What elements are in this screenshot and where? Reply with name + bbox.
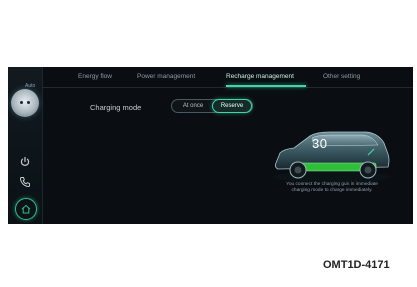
active-tab-indicator bbox=[226, 85, 306, 87]
avatar-eye-left bbox=[20, 101, 23, 104]
tab-other-setting[interactable]: Other setting bbox=[323, 73, 360, 80]
home-button[interactable] bbox=[15, 198, 37, 220]
infotainment-screen: Auto Energy flow Power management Rechar… bbox=[8, 67, 413, 224]
tab-energy-flow[interactable]: Energy flow bbox=[78, 73, 112, 80]
tab-bar: Energy flow Power management Recharge ma… bbox=[42, 67, 413, 88]
avatar-eye-right bbox=[27, 101, 30, 104]
vehicle-illustration bbox=[270, 127, 394, 185]
figure-code: OMT1D-4171 bbox=[323, 259, 390, 271]
sidebar: Auto bbox=[8, 67, 43, 224]
home-icon bbox=[21, 204, 31, 214]
charging-mode-switch: At once Reserve bbox=[171, 99, 253, 113]
power-icon[interactable] bbox=[19, 155, 31, 167]
tab-power-management[interactable]: Power management bbox=[137, 73, 195, 80]
battery-soc-value: 30 bbox=[312, 136, 328, 151]
phone-icon[interactable] bbox=[19, 175, 31, 188]
charging-info-text: You connect the charging gun in immediat… bbox=[286, 182, 378, 193]
charging-mode-at-once[interactable]: At once bbox=[176, 100, 210, 112]
assistant-avatar[interactable] bbox=[11, 89, 39, 117]
charging-mode-reserve[interactable]: Reserve bbox=[212, 99, 252, 113]
tab-recharge-management[interactable]: Recharge management bbox=[226, 73, 294, 80]
charging-mode-label: Charging mode bbox=[90, 103, 142, 112]
